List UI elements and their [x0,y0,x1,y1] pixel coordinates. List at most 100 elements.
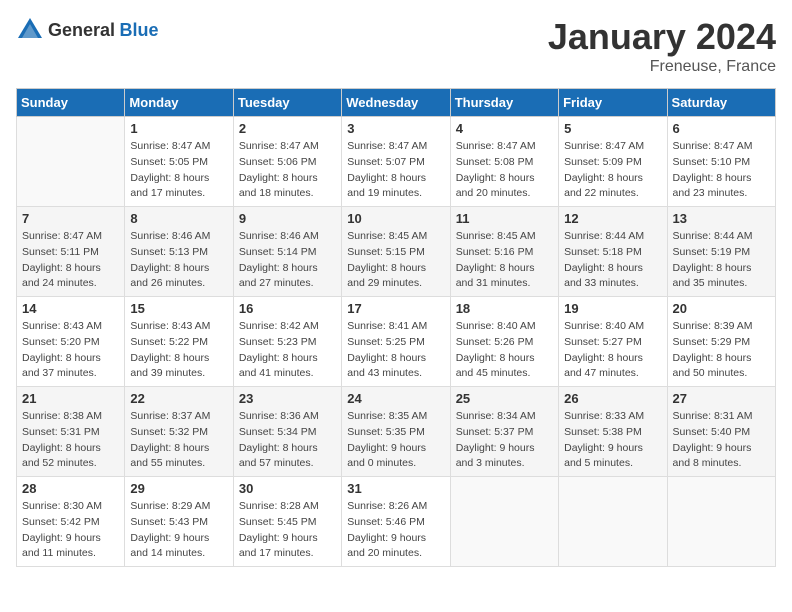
day-info: Sunrise: 8:35 AMSunset: 5:35 PMDaylight:… [347,409,444,472]
calendar-cell: 17 Sunrise: 8:41 AMSunset: 5:25 PMDayligh… [342,297,450,387]
day-number: 27 [673,391,770,406]
day-number: 11 [456,211,553,226]
calendar-cell: 26Sunrise: 8:33 AMSunset: 5:38 PMDayligh… [559,387,667,477]
calendar-cell: 7 Sunrise: 8:47 AMSunset: 5:11 PMDaylight… [17,207,125,297]
day-info: Sunrise: 8:33 AMSunset: 5:38 PMDaylight:… [564,409,661,472]
day-number: 4 [456,121,553,136]
day-info: Sunrise: 8:43 AMSunset: 5:22 PMDaylight:… [130,319,227,382]
logo-general-text: General [48,20,115,40]
day-number: 9 [239,211,336,226]
day-info: Sunrise: 8:40 AMSunset: 5:26 PMDaylight:… [456,319,553,382]
calendar-cell: 28Sunrise: 8:30 AMSunset: 5:42 PMDayligh… [17,477,125,567]
day-info: Sunrise: 8:44 AMSunset: 5:18 PMDaylight:… [564,229,661,292]
day-info: Sunrise: 8:34 AMSunset: 5:37 PMDaylight:… [456,409,553,472]
calendar-cell: 9 Sunrise: 8:46 AMSunset: 5:14 PMDaylight… [233,207,341,297]
calendar-cell: 12 Sunrise: 8:44 AMSunset: 5:18 PMDayligh… [559,207,667,297]
calendar-cell: 21 Sunrise: 8:38 AMSunset: 5:31 PMDayligh… [17,387,125,477]
day-info: Sunrise: 8:28 AMSunset: 5:45 PMDaylight:… [239,499,336,562]
day-info: Sunrise: 8:47 AMSunset: 5:09 PMDaylight:… [564,139,661,202]
day-info: Sunrise: 8:39 AMSunset: 5:29 PMDaylight:… [673,319,770,382]
location-title: Freneuse, France [548,58,776,76]
day-number: 17 [347,301,444,316]
day-number: 23 [239,391,336,406]
calendar-cell: 30 Sunrise: 8:28 AMSunset: 5:45 PMDayligh… [233,477,341,567]
calendar-week-row: 7 Sunrise: 8:47 AMSunset: 5:11 PMDaylight… [17,207,776,297]
month-title: January 2024 [548,16,776,58]
day-number: 10 [347,211,444,226]
day-number: 31 [347,481,444,496]
day-number: 28 [22,481,119,496]
calendar-cell: 2Sunrise: 8:47 AMSunset: 5:06 PMDaylight… [233,117,341,207]
calendar-cell: 6 Sunrise: 8:47 AMSunset: 5:10 PMDaylight… [667,117,775,207]
day-info: Sunrise: 8:41 AMSunset: 5:25 PMDaylight:… [347,319,444,382]
day-number: 7 [22,211,119,226]
calendar-cell: 5 Sunrise: 8:47 AMSunset: 5:09 PMDaylight… [559,117,667,207]
calendar-cell: 11 Sunrise: 8:45 AMSunset: 5:16 PMDayligh… [450,207,558,297]
day-info: Sunrise: 8:47 AMSunset: 5:07 PMDaylight:… [347,139,444,202]
calendar-cell: 24 Sunrise: 8:35 AMSunset: 5:35 PMDayligh… [342,387,450,477]
day-info: Sunrise: 8:47 AMSunset: 5:05 PMDaylight:… [130,139,227,202]
day-info: Sunrise: 8:46 AMSunset: 5:13 PMDaylight:… [130,229,227,292]
day-info: Sunrise: 8:43 AMSunset: 5:20 PMDaylight:… [22,319,119,382]
day-info: Sunrise: 8:37 AMSunset: 5:32 PMDaylight:… [130,409,227,472]
calendar-week-row: 21 Sunrise: 8:38 AMSunset: 5:31 PMDayligh… [17,387,776,477]
calendar-cell [450,477,558,567]
day-info: Sunrise: 8:44 AMSunset: 5:19 PMDaylight:… [673,229,770,292]
day-info: Sunrise: 8:46 AMSunset: 5:14 PMDaylight:… [239,229,336,292]
day-number: 22 [130,391,227,406]
day-info: Sunrise: 8:47 AMSunset: 5:06 PMDaylight:… [239,139,336,202]
day-number: 3 [347,121,444,136]
calendar-week-row: 14 Sunrise: 8:43 AMSunset: 5:20 PMDayligh… [17,297,776,387]
day-number: 24 [347,391,444,406]
calendar-cell: 1Sunrise: 8:47 AMSunset: 5:05 PMDaylight… [125,117,233,207]
day-info: Sunrise: 8:45 AMSunset: 5:15 PMDaylight:… [347,229,444,292]
calendar-cell: 19 Sunrise: 8:40 AMSunset: 5:27 PMDayligh… [559,297,667,387]
day-number: 15 [130,301,227,316]
calendar-cell: 31Sunrise: 8:26 AMSunset: 5:46 PMDayligh… [342,477,450,567]
col-monday: Monday [125,89,233,117]
calendar-cell: 25 Sunrise: 8:34 AMSunset: 5:37 PMDayligh… [450,387,558,477]
day-number: 19 [564,301,661,316]
col-tuesday: Tuesday [233,89,341,117]
col-sunday: Sunday [17,89,125,117]
day-info: Sunrise: 8:36 AMSunset: 5:34 PMDaylight:… [239,409,336,472]
day-number: 20 [673,301,770,316]
calendar-cell: 8Sunrise: 8:46 AMSunset: 5:13 PMDaylight… [125,207,233,297]
day-number: 25 [456,391,553,406]
day-info: Sunrise: 8:45 AMSunset: 5:16 PMDaylight:… [456,229,553,292]
day-info: Sunrise: 8:29 AMSunset: 5:43 PMDaylight:… [130,499,227,562]
calendar-cell: 10 Sunrise: 8:45 AMSunset: 5:15 PMDayligh… [342,207,450,297]
day-number: 14 [22,301,119,316]
col-wednesday: Wednesday [342,89,450,117]
calendar-cell: 20 Sunrise: 8:39 AMSunset: 5:29 PMDayligh… [667,297,775,387]
day-info: Sunrise: 8:38 AMSunset: 5:31 PMDaylight:… [22,409,119,472]
logo: General Blue [16,16,159,44]
calendar-cell: 14 Sunrise: 8:43 AMSunset: 5:20 PMDayligh… [17,297,125,387]
calendar-cell [17,117,125,207]
day-number: 18 [456,301,553,316]
calendar-cell [667,477,775,567]
calendar-cell: 13 Sunrise: 8:44 AMSunset: 5:19 PMDayligh… [667,207,775,297]
header: General Blue January 2024 Freneuse, Fran… [16,16,776,76]
col-saturday: Saturday [667,89,775,117]
col-friday: Friday [559,89,667,117]
col-thursday: Thursday [450,89,558,117]
day-info: Sunrise: 8:40 AMSunset: 5:27 PMDaylight:… [564,319,661,382]
day-number: 5 [564,121,661,136]
logo-icon [16,16,44,44]
logo-blue-text: Blue [120,20,159,40]
day-info: Sunrise: 8:47 AMSunset: 5:11 PMDaylight:… [22,229,119,292]
day-info: Sunrise: 8:47 AMSunset: 5:10 PMDaylight:… [673,139,770,202]
day-number: 30 [239,481,336,496]
day-number: 6 [673,121,770,136]
day-number: 12 [564,211,661,226]
calendar-week-row: 1Sunrise: 8:47 AMSunset: 5:05 PMDaylight… [17,117,776,207]
day-number: 21 [22,391,119,406]
day-number: 13 [673,211,770,226]
calendar-cell [559,477,667,567]
calendar-table: Sunday Monday Tuesday Wednesday Thursday… [16,88,776,567]
calendar-cell: 4Sunrise: 8:47 AMSunset: 5:08 PMDaylight… [450,117,558,207]
calendar-cell: 23 Sunrise: 8:36 AMSunset: 5:34 PMDayligh… [233,387,341,477]
day-info: Sunrise: 8:31 AMSunset: 5:40 PMDaylight:… [673,409,770,472]
calendar-cell: 27 Sunrise: 8:31 AMSunset: 5:40 PMDayligh… [667,387,775,477]
